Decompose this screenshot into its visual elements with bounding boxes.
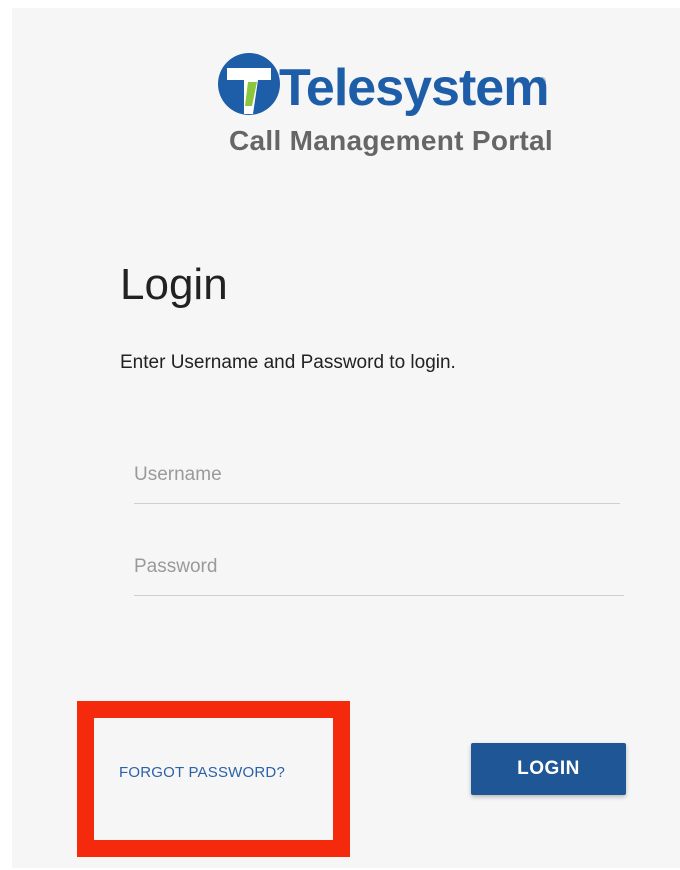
page-title: Login bbox=[120, 260, 228, 309]
password-input[interactable] bbox=[134, 546, 624, 596]
brand-subtitle: Call Management Portal bbox=[229, 125, 554, 156]
username-input[interactable] bbox=[134, 454, 620, 504]
brand-logo: Telesystem ® Call Management Portal bbox=[217, 46, 557, 166]
trademark-symbol: ® bbox=[539, 76, 546, 86]
login-card: Telesystem ® Call Management Portal Logi… bbox=[12, 8, 680, 868]
telesystem-logo-icon bbox=[218, 53, 280, 115]
forgot-password-link[interactable]: FORGOT PASSWORD? bbox=[119, 764, 285, 782]
login-button[interactable]: LOGIN bbox=[471, 743, 626, 795]
brand-name: Telesystem bbox=[279, 59, 549, 117]
login-instructions: Enter Username and Password to login. bbox=[120, 352, 456, 373]
